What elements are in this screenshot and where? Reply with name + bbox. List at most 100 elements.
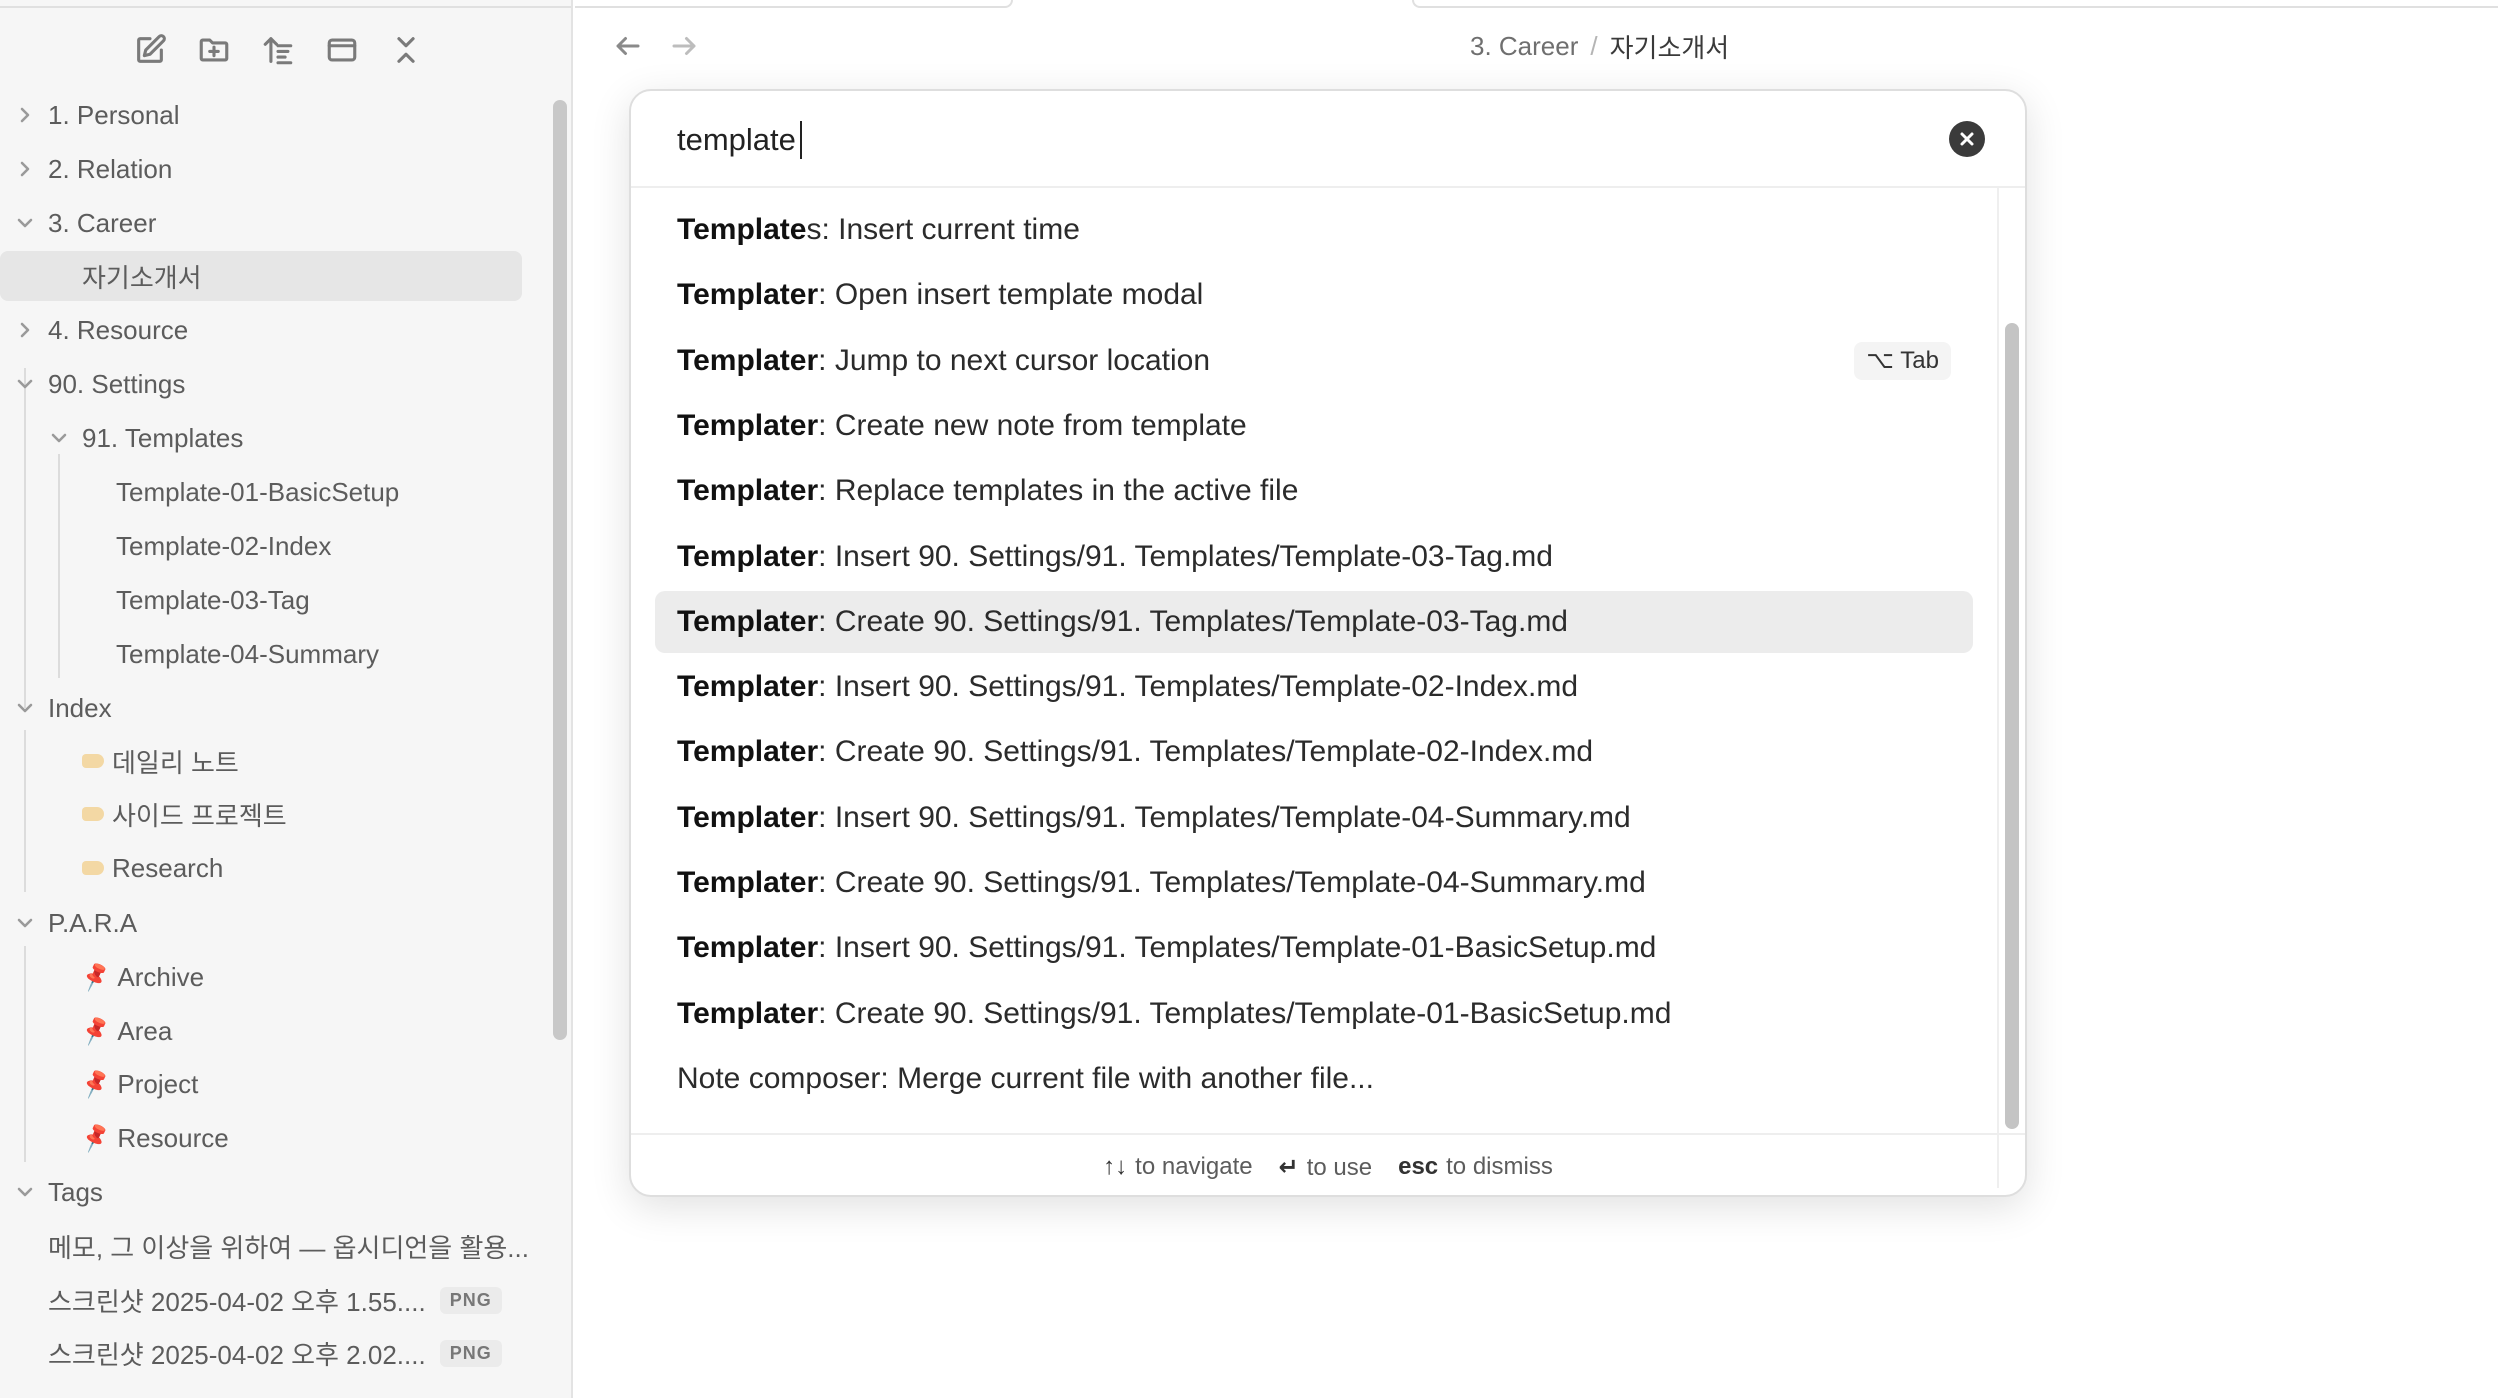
command-result-item[interactable]: Templater: Insert 90. Settings/91. Templ… [655,787,1973,849]
command-result-item[interactable]: Templater: Insert 90. Settings/91. Templ… [655,656,1973,718]
sidebar-item-label: Research [112,852,224,883]
sidebar-folder[interactable]: Tags [14,1167,103,1217]
tab-bar-segment [1412,0,2498,8]
command-result-item[interactable]: Templater: Create 90. Settings/91. Templ… [655,852,1973,914]
sidebar-folder[interactable]: 90. Settings [14,359,185,409]
sort-button[interactable] [256,28,300,72]
collapse-all-button[interactable] [384,28,428,72]
sidebar-item-label: 1. Personal [48,99,180,130]
use-hint: ↵ to use [1278,1153,1373,1181]
sidebar-item-label: Archive [117,961,205,992]
command-result-item[interactable]: Templater: Create 90. Settings/91. Templ… [655,721,1973,783]
sidebar-folder[interactable]: 3. Career [14,198,156,248]
chevron-right-icon[interactable] [14,158,36,180]
command-search-input[interactable] [677,117,1877,163]
palette-footer: ↑↓ to navigate ↵ to use esc to dismiss [631,1133,2025,1195]
tree-guide [24,730,26,892]
chevron-right-icon[interactable] [14,104,36,126]
sidebar-file[interactable]: 자기소개서 [0,251,522,301]
sidebar-folder[interactable]: 1. Personal [14,90,180,140]
sidebar-file[interactable]: 📌 Resource [78,1113,229,1163]
sidebar-file[interactable]: Template-04-Summary [116,629,379,679]
result-match: Templater [677,670,819,704]
command-result-item[interactable]: Templater: Create 90. Settings/91. Templ… [655,590,1973,653]
sidebar-file[interactable]: Template-02-Index [116,521,331,571]
sidebar-file[interactable]: 메모, 그 이상을 위하여 — 옵시디언을 활용... [48,1221,529,1271]
result-text: : Insert 90. Settings/91. Templates/Temp… [818,931,1657,965]
breadcrumb-parent[interactable]: 3. Career [1470,31,1578,62]
arrow-right-icon [672,37,696,55]
sidebar-item-label: 90. Settings [48,368,186,399]
sidebar-folder[interactable]: Index [14,683,112,733]
tree-guide [58,454,60,678]
chevron-down-icon[interactable] [14,912,36,934]
chevron-down-icon[interactable] [48,427,70,449]
chevron-down-icon[interactable] [14,373,36,395]
command-result-item[interactable]: Templater: Insert 90. Settings/91. Templ… [655,917,1973,979]
sidebar-file[interactable]: 사이드 프로젝트 [82,789,287,839]
new-note-button[interactable] [128,28,172,72]
sidebar-item-label: 데일리 노트 [112,747,239,778]
sidebar-file[interactable]: 스크린샷 2025-04-02 오후 1.55.... PNG [48,1275,502,1325]
command-result-item[interactable]: Template s: Insert current time [655,199,1973,261]
results-scrollbar[interactable] [2005,323,2019,1129]
sidebar-file[interactable]: 📌 Project [78,1059,198,1109]
pin-icon: 📌 [78,960,113,993]
sidebar-file[interactable]: 📌 Area [78,1006,172,1056]
command-result-item[interactable]: Templater: Replace templates in the acti… [655,460,1973,522]
result-match: Templater [677,278,819,312]
result-match: Templater [677,604,819,638]
sidebar-file[interactable]: Research [82,843,223,893]
sidebar-folder[interactable]: P.A.R.A [14,898,137,948]
chevron-down-icon[interactable] [14,697,36,719]
sidebar-file[interactable]: Template-01-BasicSetup [116,467,399,517]
result-text: : Create 90. Settings/91. Templates/Temp… [818,996,1672,1030]
chevron-right-icon[interactable] [14,319,36,341]
result-text: : Insert current time [821,213,1080,246]
result-text: : Open insert template modal [818,278,1204,312]
result-match: Templater [677,735,819,769]
result-match: Templater [677,866,819,899]
sidebar-item-label: 2. Relation [48,153,173,184]
sidebar-item-label: Resource [117,1122,229,1153]
clear-search-button[interactable] [1949,121,1985,157]
command-result-item[interactable]: Templater: Open insert template modal [655,264,1973,326]
command-result-item[interactable]: Templater: Jump to next cursor location ⌥… [655,330,1973,392]
command-result-item[interactable]: Templater: Insert 90. Settings/91. Templ… [655,526,1973,588]
sidebar-folder[interactable]: 91. Templates [48,413,243,463]
pin-icon: 📌 [78,1067,113,1100]
new-folder-button[interactable] [192,28,236,72]
file-explorer-sidebar: 1. Personal 2. Relation 3. Career 자기소개서 4. R… [0,0,573,1398]
result-match: Templater [677,800,819,834]
sidebar-file[interactable]: 데일리 노트 [82,736,239,786]
chevron-down-icon[interactable] [14,212,36,234]
breadcrumb-current[interactable]: 자기소개서 [1610,28,1730,65]
result-match: Templater [677,408,819,442]
result-text: : Jump to next cursor location [818,343,1211,377]
collapse-panel-button[interactable] [320,28,364,72]
sidebar-file[interactable]: 📌 Archive [78,952,205,1002]
sidebar-folder[interactable]: 2. Relation [14,144,172,194]
chevron-down-icon[interactable] [14,1181,36,1203]
command-result-item[interactable]: Templater: Create new note from template [655,395,1973,457]
sidebar-tab-bar [0,0,571,8]
command-result-item[interactable]: Note composer: Merge current file with a… [655,1048,1973,1110]
sidebar-item-label: 스크린샷 2025-04-02 오후 1.55.... [48,1286,426,1317]
sidebar-folder[interactable]: 4. Resource [14,305,188,355]
new-note-icon [137,34,166,63]
sidebar-file[interactable]: 스크린샷 2025-04-02 오후 2.02.... PNG [48,1328,502,1378]
command-result-item[interactable]: Templater: Create 90. Settings/91. Templ… [655,983,1973,1045]
dismiss-hint: esc to dismiss [1398,1153,1553,1180]
forward-button[interactable] [664,26,704,66]
result-text: : Replace templates in the active file [818,474,1299,508]
pin-icon: 📌 [78,1014,113,1047]
sidebar-scrollbar[interactable] [553,100,567,1040]
sidebar-item-label: 스크린샷 2025-04-02 오후 2.02.... [48,1339,426,1370]
sidebar-file[interactable]: Template-03-Tag [116,575,310,625]
result-text: : Create new note from template [818,408,1247,442]
text-caret [800,121,802,159]
result-text: Note composer: Merge current file with a… [677,1061,1374,1095]
sidebar-item-label: Template-01-BasicSetup [116,476,400,507]
back-button[interactable] [608,26,648,66]
sort-icon [263,37,293,65]
